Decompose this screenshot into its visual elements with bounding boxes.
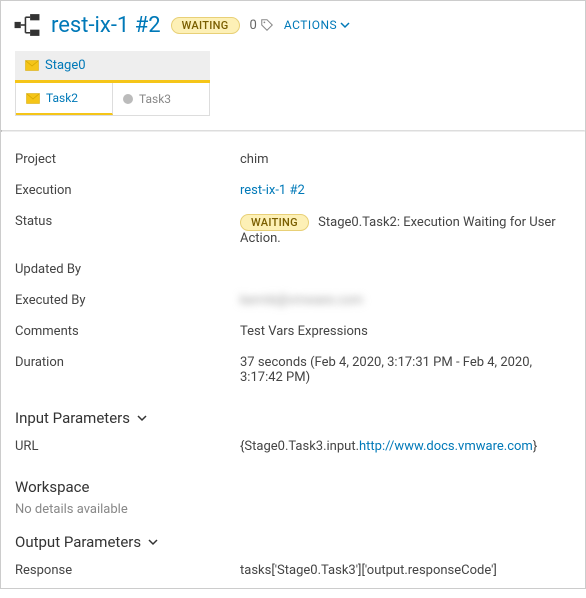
task-label: Task3 [139,92,171,106]
label-updated-by: Updated By [15,262,240,277]
chevron-down-icon [136,412,148,424]
row-url: URL {Stage0.Task3.input.http://www.docs.… [15,431,571,462]
row-status: Status WAITING Stage0.Task2: Execution W… [15,206,571,254]
row-executed-by: Executed By kermb@vmware.com [15,285,571,316]
label-comments: Comments [15,324,240,339]
row-project: Project chim [15,144,571,175]
tag-count: 0 [250,18,274,33]
label-project: Project [15,152,240,167]
envelope-icon [25,60,39,71]
pipeline-icon [13,11,41,39]
page-header: rest-ix-1 #2 WAITING 0 ACTIONS [1,1,585,45]
status-badge: WAITING [171,17,240,34]
value-url: {Stage0.Task3.input.http://www.docs.vmwa… [240,439,571,454]
label-executed-by: Executed By [15,293,240,308]
task-item-task2[interactable]: Task2 [16,83,113,115]
task-label: Task2 [46,91,78,105]
stage-block: Stage0 Task2 Task3 [15,51,210,116]
envelope-icon [26,93,40,104]
row-comments: Comments Test Vars Expressions [15,316,571,347]
url-link[interactable]: http://www.docs.vmware.com [359,439,533,454]
tasks-row: Task2 Task3 [15,83,210,116]
task-item-task3[interactable]: Task3 [113,83,209,115]
section-output-parameters[interactable]: Output Parameters [15,517,571,555]
workspace-heading: Workspace [15,478,89,496]
page-title[interactable]: rest-ix-1 #2 [51,13,161,38]
stage-header[interactable]: Stage0 [15,51,210,83]
actions-label: ACTIONS [284,18,337,32]
value-duration: 37 seconds (Feb 4, 2020, 3:17:31 PM - Fe… [240,355,571,385]
output-params-heading: Output Parameters [15,533,141,551]
section-workspace: Workspace [15,462,571,500]
label-status: Status [15,214,240,246]
value-status: WAITING Stage0.Task2: Execution Waiting … [240,214,571,246]
tag-count-value: 0 [250,18,257,33]
actions-dropdown[interactable]: ACTIONS [284,18,351,32]
value-project: chim [240,152,571,167]
url-prefix: {Stage0.Task3.input. [240,439,359,454]
section-input-parameters[interactable]: Input Parameters [15,393,571,431]
label-execution: Execution [15,183,240,198]
status-badge-inline: WAITING [240,214,309,231]
row-execution: Execution rest-ix-1 #2 [15,175,571,206]
stages-area: Stage0 Task2 Task3 [1,45,585,130]
value-executed-by: kermb@vmware.com [240,293,571,308]
chevron-down-icon [339,19,351,31]
row-response: Response tasks['Stage0.Task3']['output.r… [15,555,571,586]
label-duration: Duration [15,355,240,385]
tag-icon [260,18,274,32]
value-comments: Test Vars Expressions [240,324,571,339]
row-duration: Duration 37 seconds (Feb 4, 2020, 3:17:3… [15,347,571,393]
label-url: URL [15,439,240,454]
value-response: tasks['Stage0.Task3']['output.responseCo… [240,563,571,578]
chevron-down-icon [147,536,159,548]
input-params-heading: Input Parameters [15,409,130,427]
value-updated-by [240,262,571,277]
value-execution[interactable]: rest-ix-1 #2 [240,183,571,198]
url-suffix: } [533,439,537,454]
stage-name: Stage0 [45,58,86,73]
row-updated-by: Updated By [15,254,571,285]
details-panel: Project chim Execution rest-ix-1 #2 Stat… [1,132,585,598]
dot-icon [123,94,133,104]
label-response: Response [15,563,240,578]
workspace-message: No details available [15,500,571,517]
